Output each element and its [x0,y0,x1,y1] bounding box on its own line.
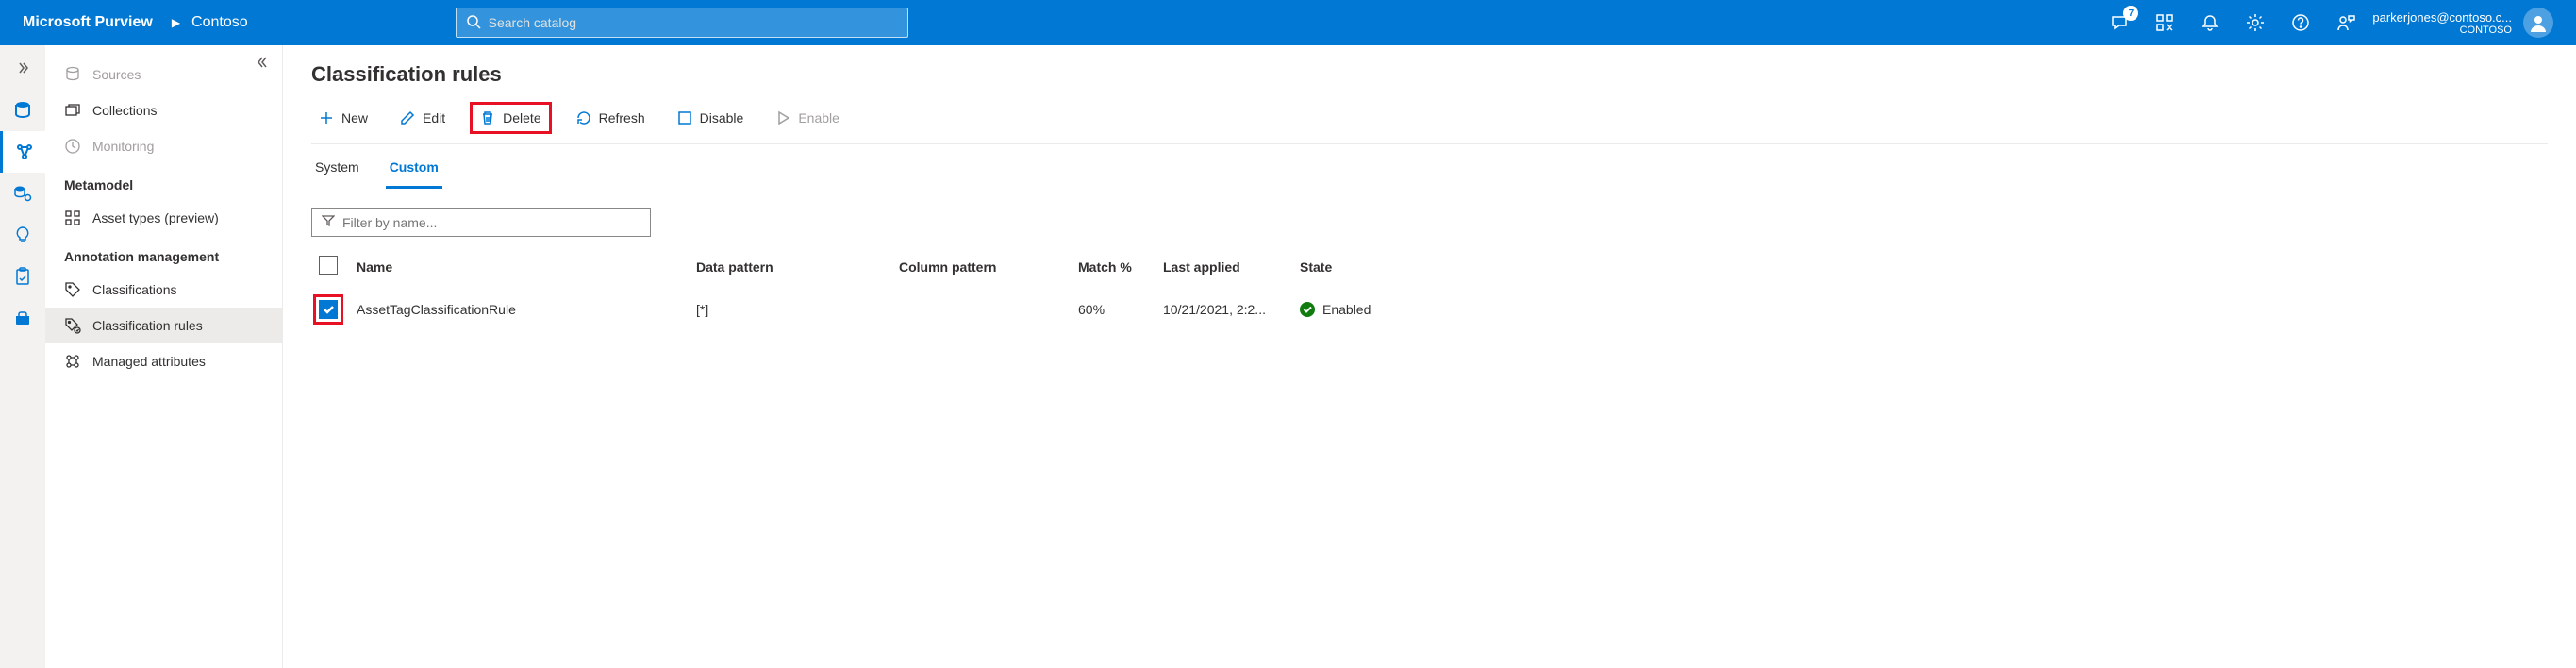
toolbar-separator [311,143,2548,144]
tab-custom[interactable]: Custom [386,148,442,189]
sidebar-item-label: Managed attributes [92,354,206,369]
icon-rail [0,45,45,668]
sidebar-item-classifications[interactable]: Classifications [45,272,282,308]
square-icon [677,110,692,125]
col-last-applied[interactable]: Last applied [1155,246,1292,287]
table-row[interactable]: AssetTagClassificationRule [*] 60% 10/21… [311,287,2548,332]
col-name[interactable]: Name [349,246,689,287]
notification-badge: 7 [2123,6,2138,21]
expand-rail-icon[interactable] [15,60,30,78]
sidebar-item-label: Sources [92,67,141,82]
app-header: Microsoft Purview ▶ Contoso 7 parkerj [0,0,2576,45]
sidebar-item-classification-rules[interactable]: Classification rules [45,308,282,343]
pencil-icon [400,110,415,125]
sidebar-group-metamodel: Metamodel [45,164,282,200]
collapse-sidebar-icon[interactable] [256,55,271,73]
rail-icon-lightbulb[interactable] [0,214,45,256]
refresh-icon [576,110,591,125]
disable-button[interactable]: Disable [670,105,752,131]
main-content: Classification rules New Edit Delete Ref… [283,45,2576,668]
help-icon[interactable] [2289,11,2312,34]
page-title: Classification rules [311,62,2548,87]
sidebar-item-managed-attributes[interactable]: Managed attributes [45,343,282,379]
rail-icon-pipeline[interactable] [0,131,45,173]
user-block[interactable]: parkerjones@contoso.c... CONTOSO [2372,8,2553,38]
select-all-checkbox[interactable] [319,256,338,275]
cell-last-applied: 10/21/2021, 2:2... [1155,287,1292,332]
play-icon [775,110,790,125]
header-actions: 7 [2108,11,2357,34]
col-state[interactable]: State [1292,246,2548,287]
collections-icon [64,102,81,119]
refresh-button[interactable]: Refresh [569,105,653,131]
breadcrumb-separator: ▶ [172,16,180,29]
bell-icon[interactable] [2199,11,2221,34]
edit-button[interactable]: Edit [392,105,453,131]
row-checkbox[interactable] [319,300,338,319]
tab-system[interactable]: System [311,148,363,189]
rail-icon-data[interactable] [0,90,45,131]
rail-icon-clipboard[interactable] [0,256,45,297]
sidebar-item-sources[interactable]: Sources [45,57,282,92]
new-button[interactable]: New [311,105,375,131]
classification-rules-icon [64,317,81,334]
managed-attributes-icon [64,353,81,370]
col-data-pattern[interactable]: Data pattern [689,246,891,287]
trash-icon [480,110,495,125]
sidebar-item-monitoring[interactable]: Monitoring [45,128,282,164]
breadcrumb-item[interactable]: Contoso [191,14,248,31]
sidebar-item-label: Monitoring [92,139,154,154]
sidebar-item-label: Classification rules [92,318,203,333]
avatar[interactable] [2523,8,2553,38]
sidebar-item-label: Classifications [92,282,176,297]
sidebar-group-annotation: Annotation management [45,236,282,272]
asset-types-icon [64,209,81,226]
gear-icon[interactable] [2244,11,2267,34]
classifications-icon [64,281,81,298]
delete-button[interactable]: Delete [470,102,551,134]
database-icon [64,66,81,83]
monitoring-icon [64,138,81,155]
cell-match: 60% [1071,287,1155,332]
sidebar-item-label: Collections [92,103,157,118]
enable-button: Enable [768,105,847,131]
feedback-icon[interactable]: 7 [2108,11,2131,34]
search-box[interactable] [456,8,908,38]
filter-input[interactable] [342,215,640,230]
sidebar-item-asset-types[interactable]: Asset types (preview) [45,200,282,236]
search-icon [466,14,481,32]
plus-icon [319,110,334,125]
col-match[interactable]: Match % [1071,246,1155,287]
checkmark-circle-icon [1300,302,1315,317]
sidebar: Sources Collections Monitoring Metamodel… [45,45,283,668]
user-email: parkerjones@contoso.c... [2372,10,2512,25]
person-feedback-icon[interactable] [2335,11,2357,34]
filter-box[interactable] [311,208,651,237]
cell-state: Enabled [1300,302,2540,317]
cell-column-pattern [891,287,1071,332]
apps-icon[interactable] [2153,11,2176,34]
user-tenant: CONTOSO [2372,25,2512,36]
filter-icon [322,214,335,230]
rail-icon-toolbox[interactable] [0,297,45,339]
cell-name: AssetTagClassificationRule [349,287,689,332]
search-input[interactable] [489,15,898,30]
rail-icon-graph[interactable] [0,173,45,214]
toolbar: New Edit Delete Refresh Disable Enable [311,102,2548,143]
rules-table: Name Data pattern Column pattern Match %… [311,246,2548,332]
sidebar-item-label: Asset types (preview) [92,210,219,225]
sidebar-item-collections[interactable]: Collections [45,92,282,128]
cell-data-pattern: [*] [689,287,891,332]
tabs: System Custom [311,148,2548,189]
brand-label: Microsoft Purview [23,14,153,31]
col-column-pattern[interactable]: Column pattern [891,246,1071,287]
